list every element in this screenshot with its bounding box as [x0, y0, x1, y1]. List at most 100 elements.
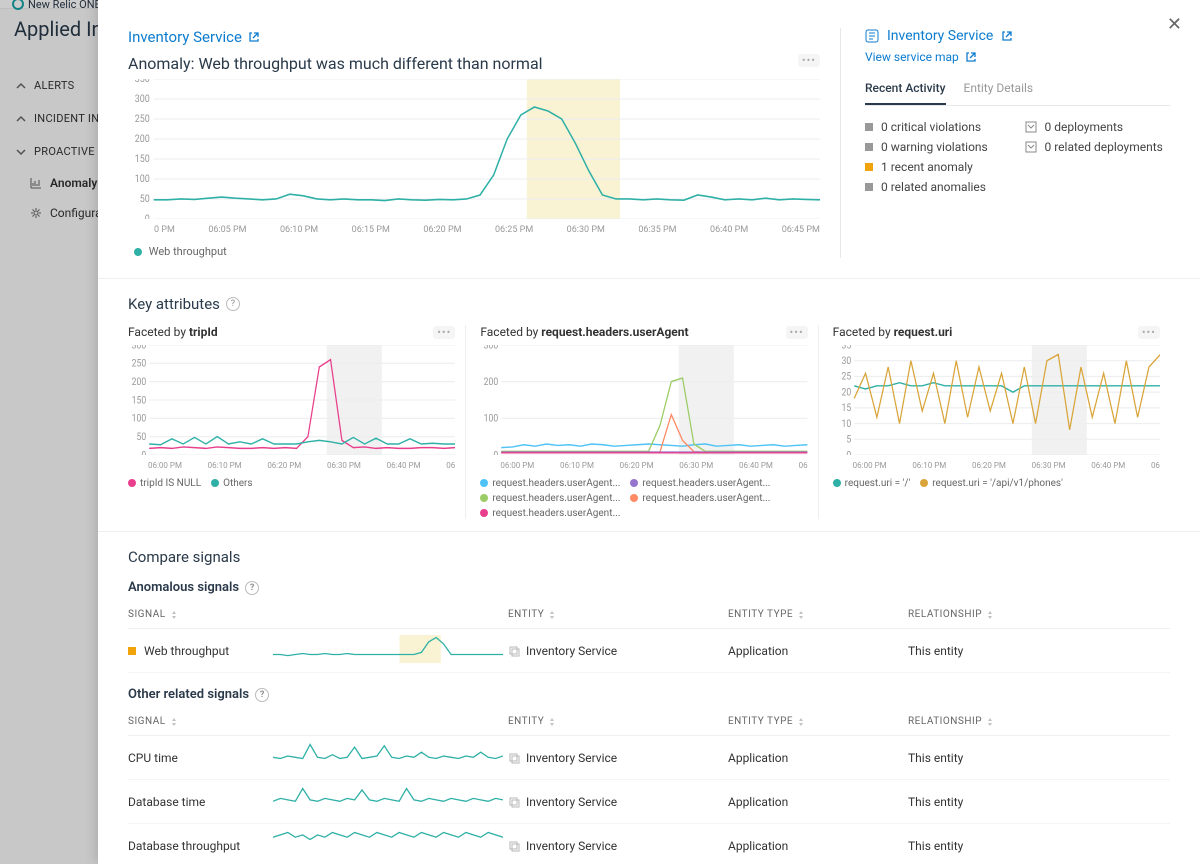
svg-text:100: 100 — [135, 174, 150, 185]
svg-text:0: 0 — [141, 450, 146, 455]
close-button[interactable]: ✕ — [1167, 14, 1182, 35]
legend-item: request.uri = '/api/v1/phones' — [920, 478, 1063, 489]
entity-cell: Inventory Service — [508, 795, 728, 809]
signal-name: Database throughput — [128, 839, 273, 853]
entity-link[interactable]: Inventory Service — [887, 28, 993, 44]
stats-grid: 0 critical violations 0 deployments 0 wa… — [865, 120, 1170, 194]
col-entity[interactable]: ENTITY — [508, 716, 728, 727]
legend-dot-icon — [480, 509, 488, 517]
svg-text:25: 25 — [841, 371, 851, 383]
svg-text:200: 200 — [135, 134, 150, 145]
legend-dot-icon — [128, 479, 136, 487]
anomaly-marker-icon — [128, 647, 136, 655]
svg-text:200: 200 — [484, 376, 499, 388]
sort-icon — [170, 611, 178, 619]
legend-item: request.headers.userAgent... — [480, 508, 620, 519]
anomalous-signals-title: Anomalous signals ? — [128, 580, 1170, 595]
svg-text:20: 20 — [841, 387, 851, 399]
sparkline — [273, 742, 503, 770]
svg-text:50: 50 — [137, 431, 147, 443]
col-signal[interactable]: SIGNAL — [128, 716, 508, 727]
chart-menu-button[interactable]: ••• — [1138, 326, 1160, 339]
facet-legend: tripId IS NULLOthers — [128, 478, 455, 489]
stat-related-deployments: 0 related deployments — [1025, 140, 1171, 154]
col-entity-type[interactable]: ENTITY TYPE — [728, 716, 908, 727]
compare-signals-title: Compare signals — [128, 548, 1170, 566]
entity-cell: Inventory Service — [508, 751, 728, 765]
sort-icon — [548, 611, 556, 619]
anomalous-signals-table: SIGNAL ENTITY ENTITY TYPE RELATIONSHIP W… — [128, 601, 1170, 673]
svg-text:30: 30 — [841, 356, 851, 368]
stat-warning-violations: 0 warning violations — [865, 140, 1011, 154]
svg-text:0: 0 — [145, 214, 150, 219]
main-anomaly-chart: 050100150200250300350 — [128, 79, 820, 219]
col-relationship[interactable]: RELATIONSHIP — [908, 716, 1170, 727]
legend-item: request.headers.userAgent... — [630, 478, 770, 489]
help-icon[interactable]: ? — [255, 688, 269, 702]
signal-row[interactable]: Database throughput Inventory Service Ap… — [128, 824, 1170, 864]
svg-text:0: 0 — [846, 450, 851, 455]
relationship-cell: This entity — [908, 644, 1170, 658]
signal-row[interactable]: Web throughput Inventory Service Applica… — [128, 629, 1170, 673]
chart-menu-button[interactable]: ••• — [798, 54, 820, 67]
signal-row[interactable]: Database time Inventory Service Applicat… — [128, 780, 1170, 824]
svg-text:10: 10 — [841, 418, 851, 430]
tab-entity-details[interactable]: Entity Details — [964, 81, 1034, 105]
view-service-map-link[interactable]: View service map — [865, 50, 977, 64]
legend-item: request.headers.userAgent... — [480, 478, 620, 489]
main-chart-x-axis: 0 PM06:05 PM06:10 PM06:15 PM06:20 PM06:2… — [128, 223, 820, 235]
sparkline — [273, 635, 503, 663]
status-square-icon — [865, 123, 873, 131]
key-attributes-section: Key attributes ? Faceted by tripId ••• 0… — [98, 295, 1200, 519]
external-link-icon — [248, 31, 260, 43]
relationship-cell: This entity — [908, 839, 1170, 853]
col-entity[interactable]: ENTITY — [508, 609, 728, 620]
sort-icon — [797, 718, 805, 726]
status-square-icon — [865, 183, 873, 191]
legend-dot-icon — [630, 479, 638, 487]
facet-title: Faceted by tripId ••• — [128, 325, 455, 339]
legend-dot-icon — [134, 248, 142, 256]
sort-icon — [548, 718, 556, 726]
help-icon[interactable]: ? — [245, 581, 259, 595]
signal-row[interactable]: CPU time Inventory Service Application T… — [128, 736, 1170, 780]
tab-recent-activity[interactable]: Recent Activity — [865, 81, 946, 105]
legend-item: request.headers.userAgent... — [630, 493, 770, 504]
sort-icon — [986, 611, 994, 619]
col-signal[interactable]: SIGNAL — [128, 609, 508, 620]
svg-text:150: 150 — [135, 154, 150, 165]
application-icon — [865, 29, 879, 43]
col-relationship[interactable]: RELATIONSHIP — [908, 609, 1170, 620]
signal-name: Web throughput — [128, 644, 273, 658]
entity-icon — [508, 752, 520, 764]
table-header-row: SIGNAL ENTITY ENTITY TYPE RELATIONSHIP — [128, 708, 1170, 736]
entity-cell: Inventory Service — [508, 839, 728, 853]
signal-name: Database time — [128, 795, 273, 809]
relationship-cell: This entity — [908, 795, 1170, 809]
facet-legend: request.headers.userAgent... request.head… — [480, 478, 807, 519]
legend-dot-icon — [833, 479, 841, 487]
sort-icon — [986, 718, 994, 726]
help-icon[interactable]: ? — [226, 297, 240, 311]
facet-card: Faceted by tripId ••• 050100150200250300… — [128, 325, 466, 519]
legend-dot-icon — [211, 479, 219, 487]
svg-text:300: 300 — [135, 94, 150, 105]
entity-type-cell: Application — [728, 751, 908, 765]
service-link[interactable]: Inventory Service — [128, 28, 260, 46]
chart-menu-button[interactable]: ••• — [433, 326, 455, 339]
stat-critical-violations: 0 critical violations — [865, 120, 1011, 134]
entity-cell: Inventory Service — [508, 644, 728, 658]
legend-item: tripId IS NULL — [128, 478, 201, 489]
legend-item: request.headers.userAgent... — [480, 493, 620, 504]
svg-text:250: 250 — [135, 114, 150, 125]
legend-dot-icon — [480, 479, 488, 487]
table-header-row: SIGNAL ENTITY ENTITY TYPE RELATIONSHIP — [128, 601, 1170, 629]
svg-text:300: 300 — [484, 345, 499, 351]
svg-text:5: 5 — [846, 434, 851, 446]
col-entity-type[interactable]: ENTITY TYPE — [728, 609, 908, 620]
key-attributes-title: Key attributes ? — [128, 295, 1170, 313]
chart-menu-button[interactable]: ••• — [786, 326, 808, 339]
entity-type-cell: Application — [728, 839, 908, 853]
svg-text:15: 15 — [841, 403, 851, 415]
legend-dot-icon — [920, 479, 928, 487]
